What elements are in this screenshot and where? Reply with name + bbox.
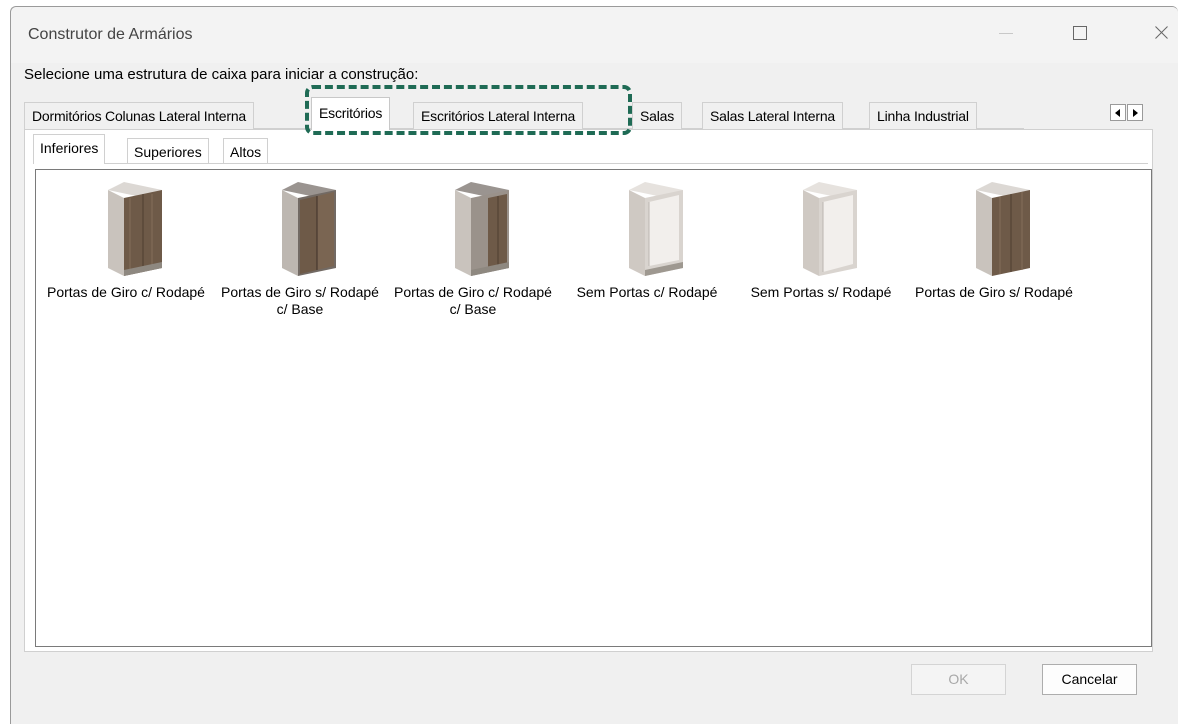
tab-salas-lateral-interna[interactable]: Salas Lateral Interna [702, 102, 843, 129]
cancel-button[interactable]: Cancelar [1042, 664, 1137, 695]
subtab-altos[interactable]: Altos [223, 138, 269, 164]
tab-escritorios-lateral-interna[interactable]: Escritórios Lateral Interna [413, 102, 584, 129]
arrow-right-icon [1133, 109, 1138, 117]
subtab-superiores[interactable]: Superiores [127, 138, 209, 164]
cabinet-item-label: Portas de Giro c/ Rodapé c/ Base [394, 284, 552, 317]
subtab-divider [33, 163, 1148, 164]
cabinet-item[interactable]: Sem Portas c/ Rodapé [567, 176, 727, 326]
cabinet-item-label: Sem Portas s/ Rodapé [750, 284, 892, 300]
cabinet-wood-doors-base-icon [455, 182, 509, 276]
tab-salas[interactable]: Salas [632, 102, 683, 129]
cabinet-item-label: Portas de Giro s/ Rodapé c/ Base [221, 284, 379, 317]
category-tabs: Dormitórios Colunas Lateral Interna Escr… [24, 97, 1024, 130]
cabinet-wood-doors-no-plinth-icon [976, 182, 1030, 276]
close-button[interactable] [1146, 21, 1176, 45]
cabinet-item[interactable]: Portas de Giro c/ Rodapé c/ Base [393, 176, 553, 326]
maximize-button[interactable] [1065, 21, 1095, 45]
window-title: Construtor de Armários [28, 26, 193, 43]
tab-dormitorios-colunas[interactable]: Dormitórios Colunas Lateral Interna [24, 102, 254, 129]
minimize-button [991, 21, 1021, 45]
cabinet-item-label: Sem Portas c/ Rodapé [576, 284, 718, 300]
cabinet-open-icon [629, 182, 683, 276]
cabinet-wood-doors-icon [108, 182, 162, 276]
cabinet-item-label: Portas de Giro c/ Rodapé [47, 284, 205, 300]
cabinet-item[interactable]: Sem Portas s/ Rodapé [741, 176, 901, 326]
tab-escritorios[interactable]: Escritórios [311, 97, 391, 130]
ok-button[interactable]: OK [911, 664, 1006, 695]
tab-scroll-right-button[interactable] [1127, 104, 1143, 121]
cabinet-item[interactable]: Portas de Giro s/ Rodapé c/ Base [220, 176, 380, 326]
subtab-inferiores[interactable]: Inferiores [33, 134, 106, 164]
cabinet-item-label: Portas de Giro s/ Rodapé [915, 284, 1073, 300]
cabinet-open-no-plinth-icon [803, 182, 857, 276]
arrow-left-icon [1115, 109, 1120, 117]
cabinet-item[interactable]: Portas de Giro c/ Rodapé [46, 176, 206, 326]
instruction-text: Selecione uma estrutura de caixa para in… [24, 66, 419, 83]
tab-linha-industrial[interactable]: Linha Industrial [869, 102, 977, 129]
tab-panel: Inferiores Superiores Altos Portas de Gi… [24, 129, 1153, 652]
cabinet-item[interactable]: Portas de Giro s/ Rodapé [914, 176, 1074, 326]
title-bar: Construtor de Armários [11, 7, 1178, 63]
cabinet-gray-doors-icon [282, 182, 336, 276]
tab-scroll-left-button[interactable] [1110, 104, 1126, 121]
cabinet-list: Portas de Giro c/ Rodapé Portas de Giro … [35, 169, 1152, 647]
